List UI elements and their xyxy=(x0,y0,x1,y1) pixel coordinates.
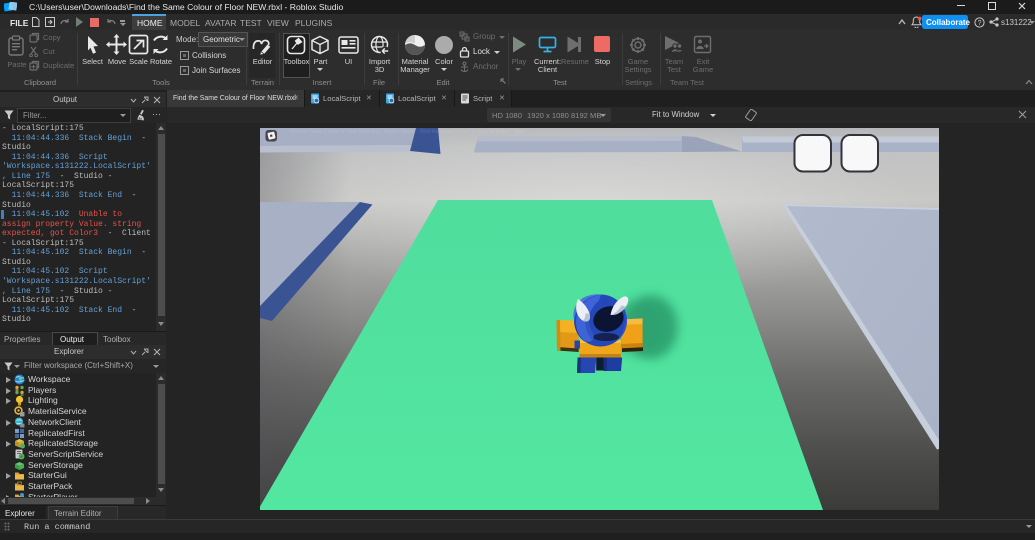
svg-text:Find the Same Colour of Floor: Find the Same Colour of Floor NEW.rbxl -… xyxy=(290,129,524,135)
svg-text:?: ? xyxy=(978,20,982,27)
